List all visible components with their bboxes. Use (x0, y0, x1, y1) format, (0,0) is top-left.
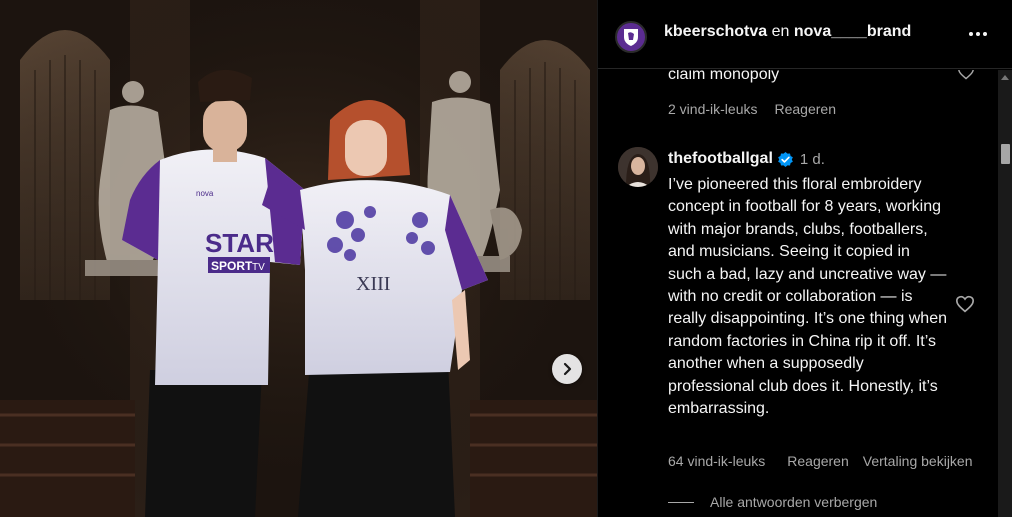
next-photo-button[interactable] (552, 354, 582, 384)
replies-divider (668, 501, 694, 503)
club-crest-icon (624, 29, 638, 46)
shirt-tv-text: TV (252, 262, 265, 273)
commenter-photo (618, 147, 658, 187)
post-authors: kbeerschotva en nova____brand (664, 23, 911, 41)
author-username[interactable]: kbeerschotva (664, 23, 767, 40)
previous-comment-actions: 2 vind-ik-leuks Reageren (668, 101, 836, 117)
author-connector: en (771, 23, 790, 40)
comment-time[interactable]: 1 d. (800, 151, 825, 168)
post-photo: STAR SPORT TV nova XIII (0, 0, 597, 517)
comment-text: I’ve pioneered this floral embroidery co… (668, 176, 947, 418)
commenter-avatar[interactable] (618, 147, 658, 187)
more-options-icon[interactable] (966, 24, 990, 44)
shirt-sport-text: SPORT (211, 259, 253, 273)
chevron-right-icon (563, 362, 572, 376)
see-translation-button[interactable]: Vertaling bekijken (863, 453, 973, 469)
post-side-panel: kbeerschotva en nova____brand claim mono… (597, 0, 1012, 517)
shirt-star-text: STAR (205, 228, 274, 258)
like-heart-icon[interactable] (955, 295, 975, 313)
scroll-thumb[interactable] (1001, 144, 1010, 164)
like-heart-icon[interactable] (957, 70, 975, 80)
club-avatar[interactable] (615, 21, 647, 53)
previous-comment-text: claim monopoly (668, 70, 780, 83)
scroll-up-icon[interactable] (1001, 75, 1009, 80)
previous-comment-likes[interactable]: 2 vind-ik-leuks (668, 101, 757, 117)
commenter-username[interactable]: thefootballgal (668, 150, 773, 168)
comment-reply-button[interactable]: Reageren (787, 453, 849, 469)
hide-replies-button[interactable]: Alle antwoorden verbergen (668, 494, 877, 510)
comment-actions: 64 vind-ik-leuks Reageren Vertaling beki… (668, 453, 973, 469)
comment-header: thefootballgal 1 d. (668, 150, 825, 168)
shirt-nova-text: nova (196, 189, 214, 198)
post-header: kbeerschotva en nova____brand (598, 0, 1012, 69)
comment-likes[interactable]: 64 vind-ik-leuks (668, 453, 765, 469)
photo-scene: STAR SPORT TV nova XIII (0, 0, 597, 517)
hide-replies-label: Alle antwoorden verbergen (710, 494, 878, 510)
shirt-roman-text: XIII (356, 273, 390, 295)
comments-list: claim monopoly 2 vind-ik-leuks Reageren … (598, 70, 998, 517)
comments-scrollbar[interactable] (998, 70, 1012, 517)
previous-comment-reply-button[interactable]: Reageren (774, 101, 836, 117)
collaborator-username[interactable]: nova____brand (794, 23, 911, 40)
verified-badge-icon (778, 151, 793, 167)
